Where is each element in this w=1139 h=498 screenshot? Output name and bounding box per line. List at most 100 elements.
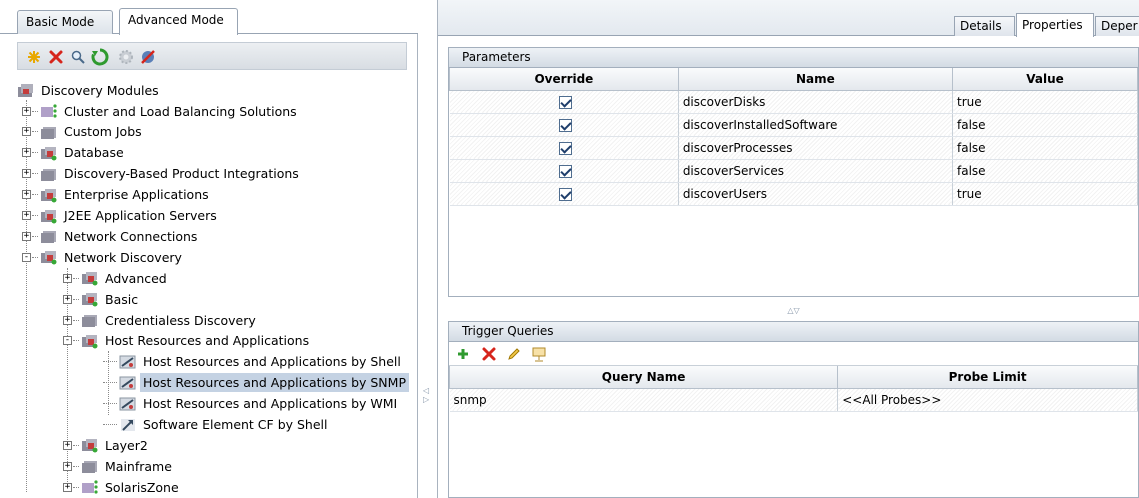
expand-icon[interactable]: + xyxy=(63,461,72,471)
tree-guide xyxy=(73,444,79,446)
expand-icon[interactable]: + xyxy=(63,440,72,450)
expand-icon[interactable]: + xyxy=(22,190,31,200)
presentation-icon[interactable] xyxy=(529,344,549,364)
tree-root[interactable]: Discovery Modules xyxy=(17,80,162,100)
modules-folder-icon xyxy=(17,82,35,98)
column-value[interactable]: Value xyxy=(952,68,1138,91)
search-icon[interactable] xyxy=(68,47,88,67)
expand-icon[interactable]: + xyxy=(22,211,31,220)
column-query-name[interactable]: Query Name xyxy=(448,366,839,389)
tree-item-label: Credentialess Discovery xyxy=(105,312,256,328)
tree-item[interactable]: Software Element CF by Shell xyxy=(103,415,331,435)
collapse-icon[interactable]: - xyxy=(63,336,72,346)
add-icon[interactable] xyxy=(453,344,473,364)
override-checkbox[interactable] xyxy=(559,164,573,178)
expand-icon[interactable]: + xyxy=(63,482,72,492)
tree-item[interactable]: - Network Discovery xyxy=(22,247,185,267)
module-folder-icon xyxy=(81,458,99,474)
expand-icon[interactable]: + xyxy=(22,169,31,179)
param-name-cell: discoverServices xyxy=(678,159,954,183)
tree-item[interactable]: + J2EE Application Servers xyxy=(22,206,220,226)
refresh-icon[interactable] xyxy=(90,47,110,67)
tab-properties[interactable]: Properties xyxy=(1016,13,1094,37)
tree-item[interactable]: + Custom Jobs xyxy=(22,122,145,142)
collapse-icon[interactable]: - xyxy=(22,252,31,262)
tree-item[interactable]: + Basic xyxy=(63,289,141,309)
tree-item[interactable]: + Cluster and Load Balancing Solutions xyxy=(22,101,300,121)
tree-item[interactable]: Host Resources and Applications by Shell xyxy=(103,352,404,372)
tree-item[interactable]: + Advanced xyxy=(63,268,170,288)
probe-limit-cell[interactable]: <<All Probes>> xyxy=(837,388,1138,412)
tree-item-label: Network Connections xyxy=(64,228,198,244)
new-icon[interactable] xyxy=(24,47,44,67)
tree-item[interactable]: + Credentialess Discovery xyxy=(63,310,259,330)
trigger-queries-toolbar xyxy=(449,342,1138,366)
table-row[interactable]: discoverProcesses false xyxy=(449,136,1138,160)
tree-item[interactable]: + Enterprise Applications xyxy=(22,185,212,205)
tab-advanced-mode[interactable]: Advanced Mode xyxy=(119,8,238,35)
override-cell xyxy=(449,136,679,160)
tab-details[interactable]: Details xyxy=(954,16,1015,36)
param-value-cell[interactable]: false xyxy=(952,159,1138,183)
table-row[interactable]: discoverServices false xyxy=(449,159,1138,183)
tab-dependencies[interactable]: Deper xyxy=(1095,16,1139,36)
tree-item[interactable]: + Discovery-Based Product Integrations xyxy=(22,164,302,184)
trigger-queries-section: Trigger Queries Query Name Probe Limit s… xyxy=(448,321,1139,498)
tree-item[interactable]: Host Resources and Applications by WMI xyxy=(103,394,400,414)
tree-guide xyxy=(73,319,79,321)
tree-item[interactable]: - Host Resources and Applications xyxy=(63,331,312,351)
expand-icon[interactable]: + xyxy=(22,148,31,158)
expand-icon[interactable]: + xyxy=(63,273,72,283)
tree-item[interactable]: + Network Connections xyxy=(22,226,200,246)
expand-icon[interactable]: + xyxy=(63,315,72,325)
tree-item[interactable]: + Mainframe xyxy=(63,456,175,476)
parameters-section: Parameters Override Name Value discoverD… xyxy=(448,47,1139,297)
expand-icon[interactable]: + xyxy=(22,231,31,241)
delete-icon[interactable] xyxy=(46,47,66,67)
override-cell xyxy=(449,182,679,206)
tree-item[interactable]: + Layer2 xyxy=(63,435,151,455)
table-row[interactable]: discoverUsers true xyxy=(449,182,1138,206)
expand-icon[interactable]: + xyxy=(63,294,72,304)
table-row[interactable]: snmp <<All Probes>> xyxy=(449,388,1138,412)
override-checkbox[interactable] xyxy=(559,187,573,201)
column-probe-limit[interactable]: Probe Limit xyxy=(837,366,1138,389)
expand-icon[interactable]: + xyxy=(22,127,31,137)
edit-icon[interactable] xyxy=(504,344,524,364)
expand-icon[interactable]: + xyxy=(22,106,31,116)
override-checkbox[interactable] xyxy=(559,141,573,155)
delete-icon[interactable] xyxy=(479,344,499,364)
horizontal-splitter[interactable]: △▽ xyxy=(448,304,1139,317)
param-value-cell[interactable]: true xyxy=(952,182,1138,206)
trigger-queries-title: Trigger Queries xyxy=(449,322,1138,342)
tree-item-label: Software Element CF by Shell xyxy=(143,417,328,432)
tab-basic-mode[interactable]: Basic Mode xyxy=(17,10,113,34)
tree-guide xyxy=(73,340,79,342)
tree-item-label: Cluster and Load Balancing Solutions xyxy=(64,103,297,119)
job-icon xyxy=(119,375,137,391)
table-row[interactable]: discoverInstalledSoftware false xyxy=(449,113,1138,137)
trigger-queries-table: Query Name Probe Limit snmp <<All Probes>… xyxy=(448,366,1138,412)
right-panel: Details Properties Deper Parameters Over… xyxy=(438,0,1139,498)
tree-item-label: Enterprise Applications xyxy=(64,187,209,203)
run-icon[interactable] xyxy=(138,47,158,67)
param-value-cell[interactable]: false xyxy=(952,136,1138,160)
vertical-splitter[interactable]: ◁ ▷ xyxy=(418,0,438,498)
tree-item-label: Mainframe xyxy=(105,458,172,474)
param-name-cell: discoverInstalledSoftware xyxy=(678,113,954,137)
detail-tabs: Details Properties Deper xyxy=(438,0,1139,37)
column-name[interactable]: Name xyxy=(677,68,954,91)
tree-item[interactable]: + SolarisZone xyxy=(63,477,182,497)
param-value-cell[interactable]: false xyxy=(952,113,1138,137)
column-override[interactable]: Override xyxy=(449,68,679,91)
override-checkbox[interactable] xyxy=(559,95,573,109)
param-value-cell[interactable]: true xyxy=(952,90,1138,114)
gear-icon[interactable] xyxy=(116,47,136,67)
override-checkbox[interactable] xyxy=(559,118,573,132)
table-row[interactable]: discoverDisks true xyxy=(449,90,1138,114)
tree-item-label: Basic xyxy=(105,291,139,307)
collapse-arrows-icon[interactable]: ◁ ▷ xyxy=(423,386,429,404)
module-folder-icon xyxy=(81,291,99,307)
tree-item[interactable]: + Database xyxy=(22,143,127,163)
tree-item[interactable]: Host Resources and Applications by SNMP xyxy=(103,373,409,393)
